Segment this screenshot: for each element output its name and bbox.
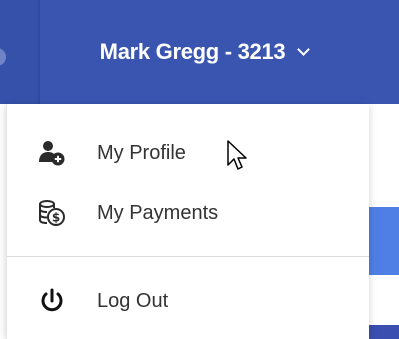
svg-text:$: $ [52, 211, 60, 225]
background-accent-band [368, 207, 399, 275]
account-dropdown-menu: My Profile $ My Payments Log Out [6, 104, 369, 339]
account-menu-toggle[interactable]: Mark Gregg - 3213 [40, 0, 368, 104]
navbar-right-section [368, 0, 399, 104]
chevron-down-icon [297, 42, 311, 56]
menu-item-my-payments[interactable]: $ My Payments [7, 186, 369, 240]
power-icon [37, 286, 67, 316]
top-navbar: Mark Gregg - 3213 [0, 0, 399, 104]
navbar-left-section [0, 0, 40, 104]
menu-item-my-profile[interactable]: My Profile [7, 126, 369, 180]
menu-item-log-out[interactable]: Log Out [7, 274, 369, 328]
menu-item-label: My Payments [97, 201, 219, 224]
menu-item-label: My Profile [97, 141, 186, 164]
partial-nav-icon[interactable] [0, 48, 6, 66]
mouse-pointer-icon [226, 139, 252, 175]
menu-item-label: Log Out [97, 289, 169, 312]
coins-dollar-icon: $ [37, 198, 67, 228]
user-add-icon [37, 138, 67, 168]
menu-divider [7, 256, 369, 257]
account-name: Mark Gregg - 3213 [99, 39, 286, 64]
background-strip [368, 325, 399, 339]
